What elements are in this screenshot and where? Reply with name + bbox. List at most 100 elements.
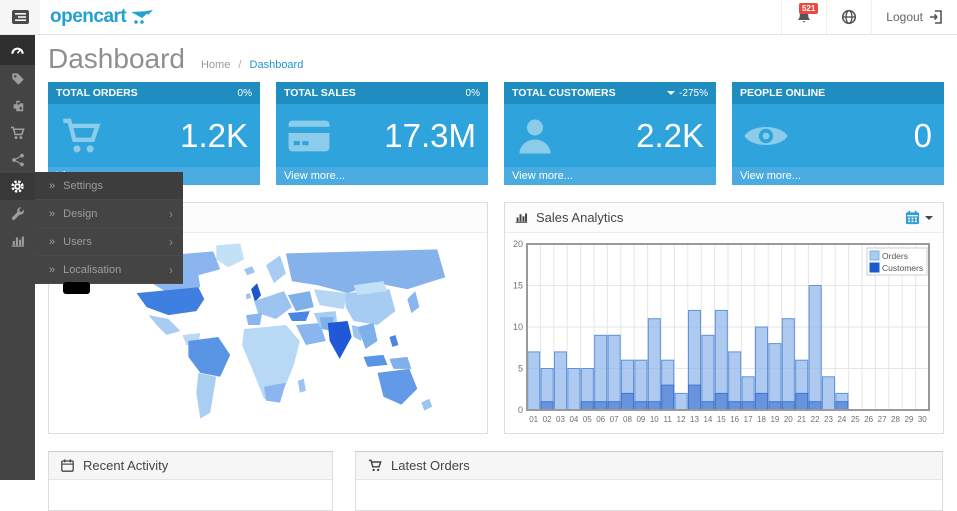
sidebar-item-reports[interactable] bbox=[0, 227, 35, 254]
svg-text:20: 20 bbox=[513, 239, 523, 249]
date-range-button[interactable] bbox=[905, 210, 933, 225]
sidebar-item-marketing[interactable] bbox=[0, 146, 35, 173]
cart-icon bbox=[368, 459, 382, 472]
svg-text:17: 17 bbox=[744, 415, 753, 424]
submenu-item-label: Design bbox=[63, 208, 97, 220]
map-country bbox=[288, 311, 310, 321]
map-country-brazil bbox=[188, 337, 230, 377]
logout-button[interactable]: Logout bbox=[871, 0, 957, 34]
submenu-item-users[interactable]: » Users › bbox=[35, 228, 183, 256]
calendar-icon bbox=[61, 459, 74, 472]
chevron-right-icon: › bbox=[169, 235, 173, 249]
notifications-button[interactable]: 521 bbox=[781, 0, 826, 34]
submenu-item-settings[interactable]: » Settings bbox=[35, 172, 183, 200]
map-tooltip bbox=[63, 282, 90, 294]
svg-text:05: 05 bbox=[583, 415, 592, 424]
sidebar-item-extensions[interactable] bbox=[0, 92, 35, 119]
gear-icon bbox=[10, 179, 25, 194]
tile-value: 17.3M bbox=[384, 117, 476, 155]
angle-double-right-icon: » bbox=[49, 180, 55, 192]
sidebar-item-system[interactable] bbox=[0, 173, 35, 200]
view-more-link[interactable]: View more... bbox=[732, 167, 944, 185]
svg-text:14: 14 bbox=[703, 415, 712, 424]
svg-text:01: 01 bbox=[529, 415, 538, 424]
tile-value: 2.2K bbox=[636, 117, 704, 155]
sidebar-item-dashboard[interactable] bbox=[0, 35, 35, 65]
map-country bbox=[364, 355, 388, 367]
breadcrumb-home[interactable]: Home bbox=[201, 59, 230, 71]
svg-text:Customers: Customers bbox=[882, 263, 923, 273]
map-country bbox=[389, 357, 411, 369]
map-country bbox=[389, 335, 398, 347]
view-more-link[interactable]: View more... bbox=[276, 167, 488, 185]
tile-people-online: PEOPLE ONLINE 0 View more... bbox=[732, 82, 944, 185]
bottom-panels: Recent Activity Latest Orders bbox=[35, 451, 957, 511]
map-country bbox=[246, 293, 251, 299]
svg-text:27: 27 bbox=[878, 415, 887, 424]
svg-text:30: 30 bbox=[918, 415, 927, 424]
svg-text:07: 07 bbox=[610, 415, 619, 424]
cart-icon bbox=[58, 117, 104, 155]
svg-text:16: 16 bbox=[730, 415, 739, 424]
svg-text:02: 02 bbox=[543, 415, 552, 424]
tile-total-orders: TOTAL ORDERS 0% 1.2K View more... bbox=[48, 82, 260, 185]
language-button[interactable] bbox=[826, 0, 871, 34]
bar-chart-icon bbox=[11, 234, 25, 248]
sidebar-item-sales[interactable] bbox=[0, 119, 35, 146]
tile-title: TOTAL SALES bbox=[284, 87, 356, 99]
sales-analytics-chart[interactable]: 0510152001020304050607080910111213141516… bbox=[511, 238, 935, 428]
tile-total-sales: TOTAL SALES 0% 17.3M View more... bbox=[276, 82, 488, 185]
stat-tiles: TOTAL ORDERS 0% 1.2K View more... TOTAL … bbox=[35, 82, 957, 185]
svg-text:22: 22 bbox=[811, 415, 820, 424]
tile-title: PEOPLE ONLINE bbox=[740, 87, 825, 99]
sidebar-item-tools[interactable] bbox=[0, 200, 35, 227]
dashboard-icon bbox=[10, 43, 25, 58]
share-icon bbox=[11, 153, 25, 167]
caret-down-icon bbox=[925, 216, 933, 220]
sidebar-item-catalog[interactable] bbox=[0, 65, 35, 92]
map-country bbox=[288, 291, 314, 311]
menu-toggle-icon bbox=[12, 10, 29, 24]
map-country bbox=[244, 266, 255, 275]
svg-text:03: 03 bbox=[556, 415, 565, 424]
map-country-us bbox=[137, 287, 205, 315]
submenu-item-label: Settings bbox=[63, 180, 103, 192]
tile-value: 0 bbox=[914, 117, 932, 155]
map-country-india bbox=[328, 321, 352, 359]
tile-change: 0% bbox=[238, 88, 252, 99]
svg-text:10: 10 bbox=[513, 322, 523, 332]
opencart-logo[interactable]: opencart bbox=[40, 0, 154, 34]
svg-text:10: 10 bbox=[650, 415, 659, 424]
panel-title: Recent Activity bbox=[83, 458, 168, 473]
submenu-item-localisation[interactable]: » Localisation › bbox=[35, 256, 183, 284]
svg-text:29: 29 bbox=[904, 415, 913, 424]
extensions-icon bbox=[11, 99, 25, 113]
logout-label: Logout bbox=[886, 10, 923, 24]
page-title: Dashboard bbox=[48, 43, 185, 75]
latest-orders-panel: Latest Orders bbox=[355, 451, 943, 511]
breadcrumb-current[interactable]: Dashboard bbox=[250, 59, 304, 71]
map-country-australia bbox=[378, 369, 418, 405]
angle-double-right-icon: » bbox=[49, 208, 55, 220]
svg-text:23: 23 bbox=[824, 415, 833, 424]
cart-icon bbox=[10, 126, 25, 140]
submenu-item-design[interactable]: » Design › bbox=[35, 200, 183, 228]
eye-icon bbox=[742, 119, 790, 153]
svg-text:04: 04 bbox=[569, 415, 578, 424]
system-submenu: » Settings » Design › » Users › » Locali… bbox=[35, 172, 183, 284]
menu-toggle-button[interactable] bbox=[0, 0, 40, 34]
submenu-item-label: Localisation bbox=[63, 264, 121, 276]
svg-text:18: 18 bbox=[757, 415, 766, 424]
view-more-link[interactable]: View more... bbox=[504, 167, 716, 185]
map-country bbox=[246, 313, 262, 325]
svg-text:0: 0 bbox=[518, 405, 523, 415]
panel-title: Sales Analytics bbox=[536, 210, 623, 225]
panel-title: Latest Orders bbox=[391, 458, 470, 473]
chevron-right-icon: › bbox=[169, 263, 173, 277]
svg-text:11: 11 bbox=[664, 415, 673, 424]
map-country bbox=[314, 289, 348, 309]
svg-text:08: 08 bbox=[623, 415, 632, 424]
tile-total-customers: TOTAL CUSTOMERS -275% 2.2K View more... bbox=[504, 82, 716, 185]
credit-card-icon bbox=[286, 118, 332, 154]
angle-double-right-icon: » bbox=[49, 236, 55, 248]
